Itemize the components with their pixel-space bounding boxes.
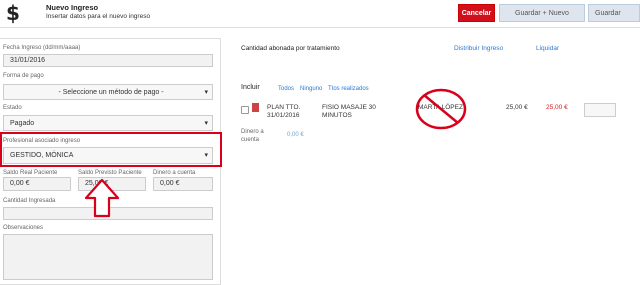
- observaciones-textarea[interactable]: [3, 234, 213, 280]
- saldo-previsto-label: Saldo Previsto Paciente: [78, 170, 142, 176]
- dinero-line-2: cuenta: [241, 137, 260, 143]
- forma-pago-label: Forma de pago: [3, 73, 44, 79]
- treatment-checkbox[interactable]: [241, 106, 249, 114]
- desc-line-1: FISIO MASAJE 30: [322, 104, 376, 111]
- forma-pago-select[interactable]: - Seleccione un método de pago -: [3, 84, 213, 100]
- ttos-realizados-link[interactable]: Ttos realizados: [328, 86, 369, 92]
- pending-value: 25,00 €: [546, 104, 568, 111]
- top-bar: $ Nuevo Ingreso Insertar datos para el n…: [0, 0, 640, 28]
- dinero-line-1: Dinero a: [241, 129, 264, 135]
- prohibited-icon: [415, 88, 467, 130]
- page: $ Nuevo Ingreso Insertar datos para el n…: [0, 0, 640, 285]
- plan-text: PLAN TTO.: [267, 104, 301, 111]
- up-arrow-icon: [84, 178, 120, 218]
- liquidar-link[interactable]: Liquidar: [536, 45, 559, 52]
- plan-date: 31/01/2016: [267, 112, 300, 119]
- save-label: Guardar: [595, 10, 621, 17]
- dinero-cuenta-field: 0,00 €: [153, 177, 213, 191]
- document-icon: [252, 103, 259, 112]
- save-new-label: Guardar + Nuevo: [515, 10, 569, 17]
- price-value: 25,00 €: [506, 104, 528, 111]
- ninguno-link[interactable]: Ninguno: [300, 86, 322, 92]
- desc-line-2: MINUTOS: [322, 112, 352, 119]
- estado-select[interactable]: Pagado: [3, 115, 213, 131]
- dinero-cuenta-right-value: 0,00 €: [287, 132, 304, 138]
- observaciones-label: Observaciones: [3, 225, 44, 231]
- cantidad-label: Cantidad Ingresada: [3, 198, 56, 204]
- save-button[interactable]: Guardar: [588, 4, 640, 22]
- page-subtitle: Insertar datos para el nuevo ingreso: [46, 13, 151, 20]
- amount-input[interactable]: [584, 103, 616, 117]
- saldo-real-label: Saldo Real Paciente: [3, 170, 58, 176]
- todos-link[interactable]: Todos: [278, 86, 294, 92]
- treatment-description-cell: FISIO MASAJE 30 MINUTOS: [322, 104, 376, 120]
- estado-label: Estado: [3, 105, 22, 111]
- highlight-box: [0, 132, 222, 167]
- dinero-cuenta-label: Dinero a cuenta: [153, 170, 196, 176]
- treatment-plan-cell: PLAN TTO. 31/01/2016: [267, 104, 300, 120]
- fecha-label: Fecha Ingreso (dd/mm/aaaa): [3, 45, 81, 51]
- incluir-label: Incluir: [241, 84, 260, 91]
- distribuir-link[interactable]: Distribuir Ingreso: [454, 45, 503, 52]
- page-title: Nuevo Ingreso: [46, 3, 99, 12]
- dollar-icon: $: [6, 1, 20, 25]
- save-new-button[interactable]: Guardar + Nuevo: [499, 4, 585, 22]
- saldo-real-field: 0,00 €: [3, 177, 71, 191]
- fecha-field[interactable]: 31/01/2016: [3, 54, 213, 67]
- dinero-cuenta-right-label: Dinero a cuenta: [241, 128, 264, 144]
- right-panel-title: Cantidad abonada por tratamiento: [241, 45, 340, 52]
- cancel-button[interactable]: Cancelar: [458, 4, 495, 22]
